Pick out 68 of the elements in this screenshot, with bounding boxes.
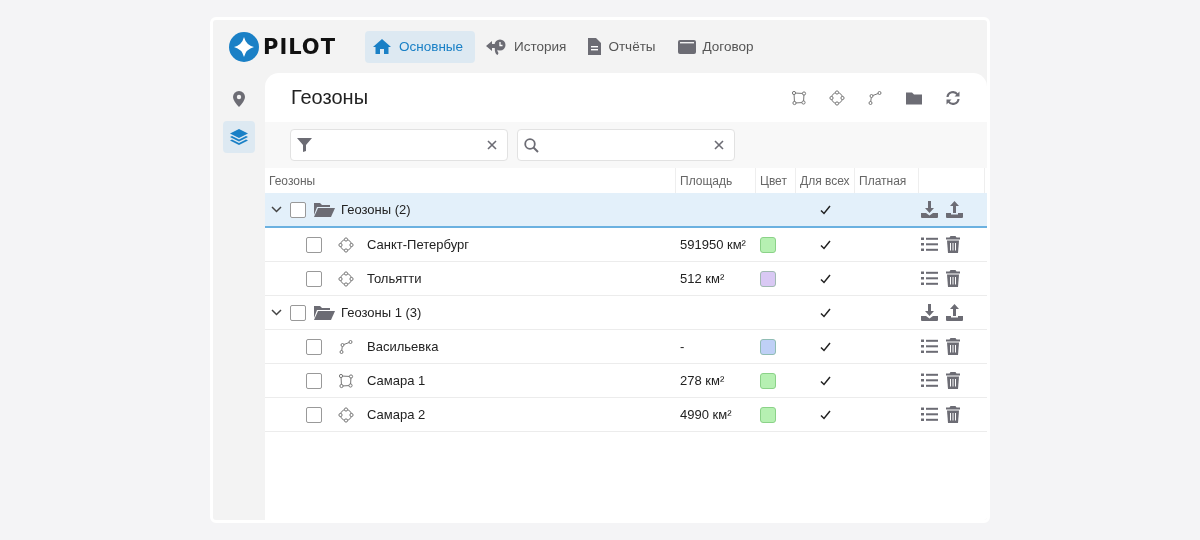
polygon-icon[interactable]: [791, 89, 807, 106]
circle-icon: [338, 270, 354, 287]
area-value: -: [680, 339, 685, 354]
circle-icon[interactable]: [829, 89, 845, 106]
trash-icon[interactable]: [946, 372, 960, 389]
geozone-name: Тольятти: [367, 271, 422, 286]
refresh-icon[interactable]: [945, 89, 961, 106]
home-icon: [372, 38, 392, 55]
filter-icon: [297, 138, 312, 152]
download-icon[interactable]: [921, 304, 938, 321]
nav-tab[interactable]: Основные: [365, 30, 476, 63]
checkbox[interactable]: [306, 270, 322, 287]
clear-icon[interactable]: [714, 140, 724, 150]
nav-tab[interactable]: История: [478, 30, 579, 63]
folder-icon: [314, 305, 335, 320]
list-icon[interactable]: [921, 373, 938, 388]
list-icon[interactable]: [921, 271, 938, 286]
geozone-name: Васильевка: [367, 339, 439, 354]
area-value: 4990 км²: [680, 407, 732, 422]
area-value: 278 км²: [680, 373, 725, 388]
list-icon[interactable]: [921, 339, 938, 354]
trash-icon[interactable]: [946, 406, 960, 423]
polygon-icon: [338, 372, 354, 389]
nav-tab[interactable]: Отчёты: [581, 30, 668, 63]
circle-icon: [338, 406, 354, 423]
checkbox[interactable]: [306, 236, 322, 253]
trash-icon[interactable]: [946, 270, 960, 287]
list-icon[interactable]: [921, 407, 938, 422]
geozone-name: Санкт-Петербург: [367, 237, 469, 252]
download-icon[interactable]: [921, 201, 938, 218]
group-name: Геозоны 1 (3): [341, 305, 422, 320]
clear-icon[interactable]: [487, 140, 497, 150]
checkbox[interactable]: [290, 201, 306, 218]
logo-icon: [229, 31, 259, 62]
history-icon: [485, 38, 508, 55]
area-value: 591950 км²: [680, 237, 746, 252]
trash-icon[interactable]: [946, 236, 960, 253]
area-value: 512 км²: [680, 271, 725, 286]
upload-icon[interactable]: [946, 304, 963, 321]
polyline-icon: [338, 338, 354, 355]
nav-tab[interactable]: Договор: [670, 30, 766, 63]
wallet-icon: [677, 39, 696, 54]
geozone-name: Самара 2: [367, 407, 426, 422]
logo-text: PILOT: [263, 34, 336, 59]
upload-icon[interactable]: [946, 201, 963, 218]
pin-icon: [233, 91, 245, 107]
group-row[interactable]: Геозоны (2): [265, 193, 987, 228]
chevron-icon[interactable]: [271, 206, 282, 213]
folder-icon: [314, 202, 335, 217]
search-field[interactable]: [517, 129, 735, 161]
trash-icon[interactable]: [946, 338, 960, 355]
layers-icon: [230, 129, 248, 145]
checkbox[interactable]: [306, 338, 322, 355]
group-row[interactable]: Геозоны 1 (3): [265, 296, 987, 330]
layers-button[interactable]: [223, 121, 255, 153]
polyline-icon[interactable]: [867, 89, 883, 106]
page-title: Геозоны: [291, 86, 369, 109]
circle-icon: [338, 236, 354, 253]
checkbox[interactable]: [306, 372, 322, 389]
geozone-name: Самара 1: [367, 373, 426, 388]
chevron-icon[interactable]: [271, 309, 282, 316]
checkbox[interactable]: [290, 304, 306, 321]
search-icon: [524, 137, 539, 153]
group-name: Геозоны (2): [341, 202, 411, 217]
list-icon[interactable]: [921, 237, 938, 252]
document-icon: [588, 38, 602, 55]
filter-field[interactable]: [290, 129, 508, 161]
checkbox[interactable]: [306, 406, 322, 423]
